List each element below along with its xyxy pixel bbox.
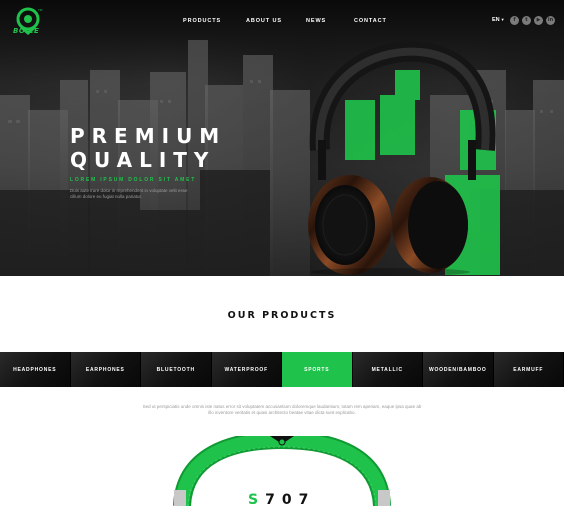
facebook-icon[interactable]: f xyxy=(510,16,519,25)
hero-banner: TM BOICE PRODUCTS ABOUT US NEWS CONTACT … xyxy=(0,0,564,276)
hero-subtitle: LOREM IPSUM DOLOR SIT AMET xyxy=(70,177,197,183)
model-number: 707 xyxy=(265,492,316,506)
trademark-label: TM xyxy=(38,8,43,12)
hero-title-line1: PREMIUM xyxy=(70,124,227,148)
tab-metallic[interactable]: METALLIC xyxy=(352,352,423,387)
tab-bluetooth[interactable]: BLUETOOTH xyxy=(141,352,212,387)
model-letter: S xyxy=(248,492,266,506)
nav-products[interactable]: PRODUCTS xyxy=(183,18,221,24)
caret-down-icon: ▼ xyxy=(500,17,505,22)
tab-headphones[interactable]: HEADPHONES xyxy=(0,352,71,387)
language-selector[interactable]: EN▼ xyxy=(492,17,505,23)
tab-wooden-bamboo[interactable]: WOODEN/BAMBOO xyxy=(423,352,494,387)
twitter-icon[interactable]: t xyxy=(522,16,531,25)
linkedin-icon[interactable]: in xyxy=(546,16,555,25)
language-label: EN xyxy=(492,17,500,23)
headphones-product-image xyxy=(308,41,496,276)
tab-sports[interactable]: SPORTS xyxy=(282,352,353,387)
product-model-name: S707 xyxy=(248,492,315,506)
hero-description: Duis aute irure dolor in reprehenderit i… xyxy=(70,188,188,199)
nav-news[interactable]: NEWS xyxy=(306,18,326,24)
products-description: Sed ut perspiciatis unde omnis iste natu… xyxy=(142,404,422,415)
tab-waterproof[interactable]: WATERPROOF xyxy=(211,352,282,387)
nav-contact[interactable]: CONTACT xyxy=(354,18,387,24)
brand-name: BOICE xyxy=(13,27,40,35)
our-products-title: OUR PRODUCTS xyxy=(227,310,337,321)
product-category-tabs: HEADPHONES EARPHONES BLUETOOTH WATERPROO… xyxy=(0,352,564,387)
nav-about-us[interactable]: ABOUT US xyxy=(246,18,282,24)
youtube-icon[interactable]: ▶ xyxy=(534,16,543,25)
tab-earmuff[interactable]: EARMUFF xyxy=(493,352,564,387)
hero-title-line2: QUALITY xyxy=(70,148,216,172)
tab-earphones[interactable]: EARPHONES xyxy=(70,352,141,387)
